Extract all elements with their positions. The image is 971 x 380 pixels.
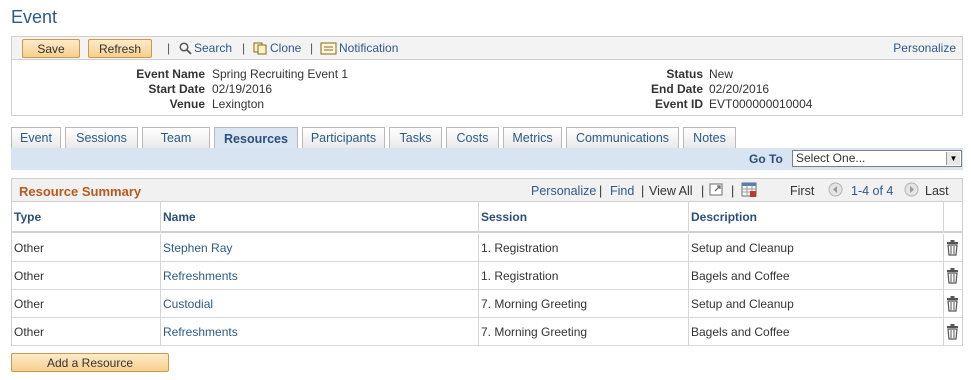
clone-icon [253, 42, 267, 54]
cell-name-link[interactable]: Stephen Ray [161, 234, 479, 262]
cell-session: 1. Registration [479, 234, 689, 262]
goto-bar: Go To Select One... ▼ [11, 148, 963, 170]
venue-label: Venue [169, 97, 205, 111]
delete-row-icon[interactable] [946, 324, 959, 343]
tab-strip: Event Sessions Team Resources Participan… [11, 127, 740, 149]
cell-name-link[interactable]: Refreshments [161, 318, 479, 346]
event-info-panel: Event Name Spring Recruiting Event 1 Sta… [11, 60, 963, 116]
clone-link[interactable]: Clone [253, 41, 301, 55]
status-value: New [709, 67, 734, 81]
grid-find-link[interactable]: Find [610, 184, 634, 198]
start-date-label: Start Date [148, 82, 205, 96]
event-id-value: EVT000000010004 [709, 97, 813, 111]
grid-title: Resource Summary [19, 184, 142, 199]
status-label: Status [666, 67, 703, 81]
tab-sessions[interactable]: Sessions [65, 127, 138, 148]
column-header-row: Type Name Session Description [12, 202, 962, 233]
cell-session: 1. Registration [479, 262, 689, 290]
cell-description: Bagels and Coffee [689, 318, 944, 346]
delete-row-icon[interactable] [946, 296, 959, 315]
tab-team[interactable]: Team [142, 127, 210, 148]
cell-description: Setup and Cleanup [689, 234, 944, 262]
download-spreadsheet-icon[interactable] [741, 182, 758, 201]
clone-label: Clone [270, 41, 302, 55]
goto-select[interactable]: Select One... ▼ [792, 150, 962, 167]
refresh-button[interactable]: Refresh [88, 39, 152, 58]
grid-last-label: Last [925, 184, 949, 198]
cell-type: Other [12, 290, 161, 318]
table-row: Other Custodial 7. Morning Greeting Setu… [12, 290, 962, 318]
cell-description: Bagels and Coffee [689, 262, 944, 290]
toolbar-separator: | [242, 41, 246, 55]
event-name-value: Spring Recruiting Event 1 [212, 67, 349, 81]
goto-selected-value: Select One... [796, 151, 866, 165]
cell-type: Other [12, 318, 161, 346]
end-date-value: 02/20/2016 [709, 82, 770, 96]
tab-event[interactable]: Event [11, 127, 61, 148]
cell-type: Other [12, 262, 161, 290]
tab-resources[interactable]: Resources [214, 127, 298, 149]
start-date-value: 02/19/2016 [212, 82, 273, 96]
search-label: Search [194, 41, 233, 55]
end-date-label: End Date [650, 82, 703, 96]
cell-name-link[interactable]: Refreshments [161, 262, 479, 290]
column-header-type[interactable]: Type [12, 202, 161, 233]
grid-separator: | [731, 184, 735, 198]
cell-description: Setup and Cleanup [689, 290, 944, 318]
zoom-icon[interactable] [709, 182, 725, 200]
grid-separator: | [701, 184, 705, 198]
column-header-session[interactable]: Session [479, 202, 689, 233]
notification-label: Notification [339, 41, 399, 55]
column-header-name[interactable]: Name [161, 202, 479, 233]
tab-costs[interactable]: Costs [446, 127, 499, 148]
column-header-description[interactable]: Description [689, 202, 944, 233]
cell-name-link[interactable]: Custodial [161, 290, 479, 318]
search-icon [179, 41, 192, 55]
event-name-label: Event Name [136, 67, 205, 81]
add-resource-button[interactable]: Add a Resource [11, 353, 169, 372]
grid-separator: | [599, 184, 603, 198]
cell-type: Other [12, 234, 161, 262]
tab-communications[interactable]: Communications [566, 127, 679, 148]
previous-arrow-icon [828, 182, 843, 200]
grid-separator: | [641, 184, 645, 198]
grid-first-label: First [790, 184, 815, 198]
tab-tasks[interactable]: Tasks [389, 127, 442, 148]
dropdown-arrow-icon[interactable]: ▼ [946, 152, 960, 165]
notification-link[interactable]: Notification [320, 41, 398, 55]
tab-notes[interactable]: Notes [683, 127, 736, 148]
cell-session: 7. Morning Greeting [479, 318, 689, 346]
grid-header: Resource Summary Personalize | Find | Vi… [12, 179, 962, 202]
resource-summary-grid: Resource Summary Personalize | Find | Vi… [11, 178, 963, 346]
event-id-label: Event ID [654, 97, 703, 111]
page-title: Event [11, 7, 58, 27]
table-row: Other Refreshments 7. Morning Greeting B… [12, 318, 962, 346]
tab-participants[interactable]: Participants [302, 127, 385, 148]
goto-label: Go To [749, 152, 783, 166]
toolbar: Save Refresh | Search | Clone | Notifica… [11, 36, 963, 60]
search-link[interactable]: Search [179, 41, 232, 55]
personalize-link[interactable]: Personalize [893, 41, 956, 55]
grid-range-label: 1-4 of 4 [851, 184, 894, 198]
toolbar-separator: | [167, 41, 171, 55]
delete-row-icon[interactable] [946, 268, 959, 287]
cell-session: 7. Morning Greeting [479, 290, 689, 318]
grid-view-all-link[interactable]: View All [649, 184, 693, 198]
save-button[interactable]: Save [22, 39, 80, 58]
notification-icon [320, 42, 337, 54]
table-row: Other Stephen Ray 1. Registration Setup … [12, 234, 962, 262]
next-arrow-icon [904, 182, 919, 200]
venue-value: Lexington [212, 97, 265, 111]
table-row: Other Refreshments 1. Registration Bagel… [12, 262, 962, 290]
delete-row-icon[interactable] [946, 240, 959, 259]
grid-personalize-link[interactable]: Personalize [531, 184, 596, 198]
tab-metrics[interactable]: Metrics [503, 127, 562, 148]
toolbar-separator: | [310, 41, 314, 55]
